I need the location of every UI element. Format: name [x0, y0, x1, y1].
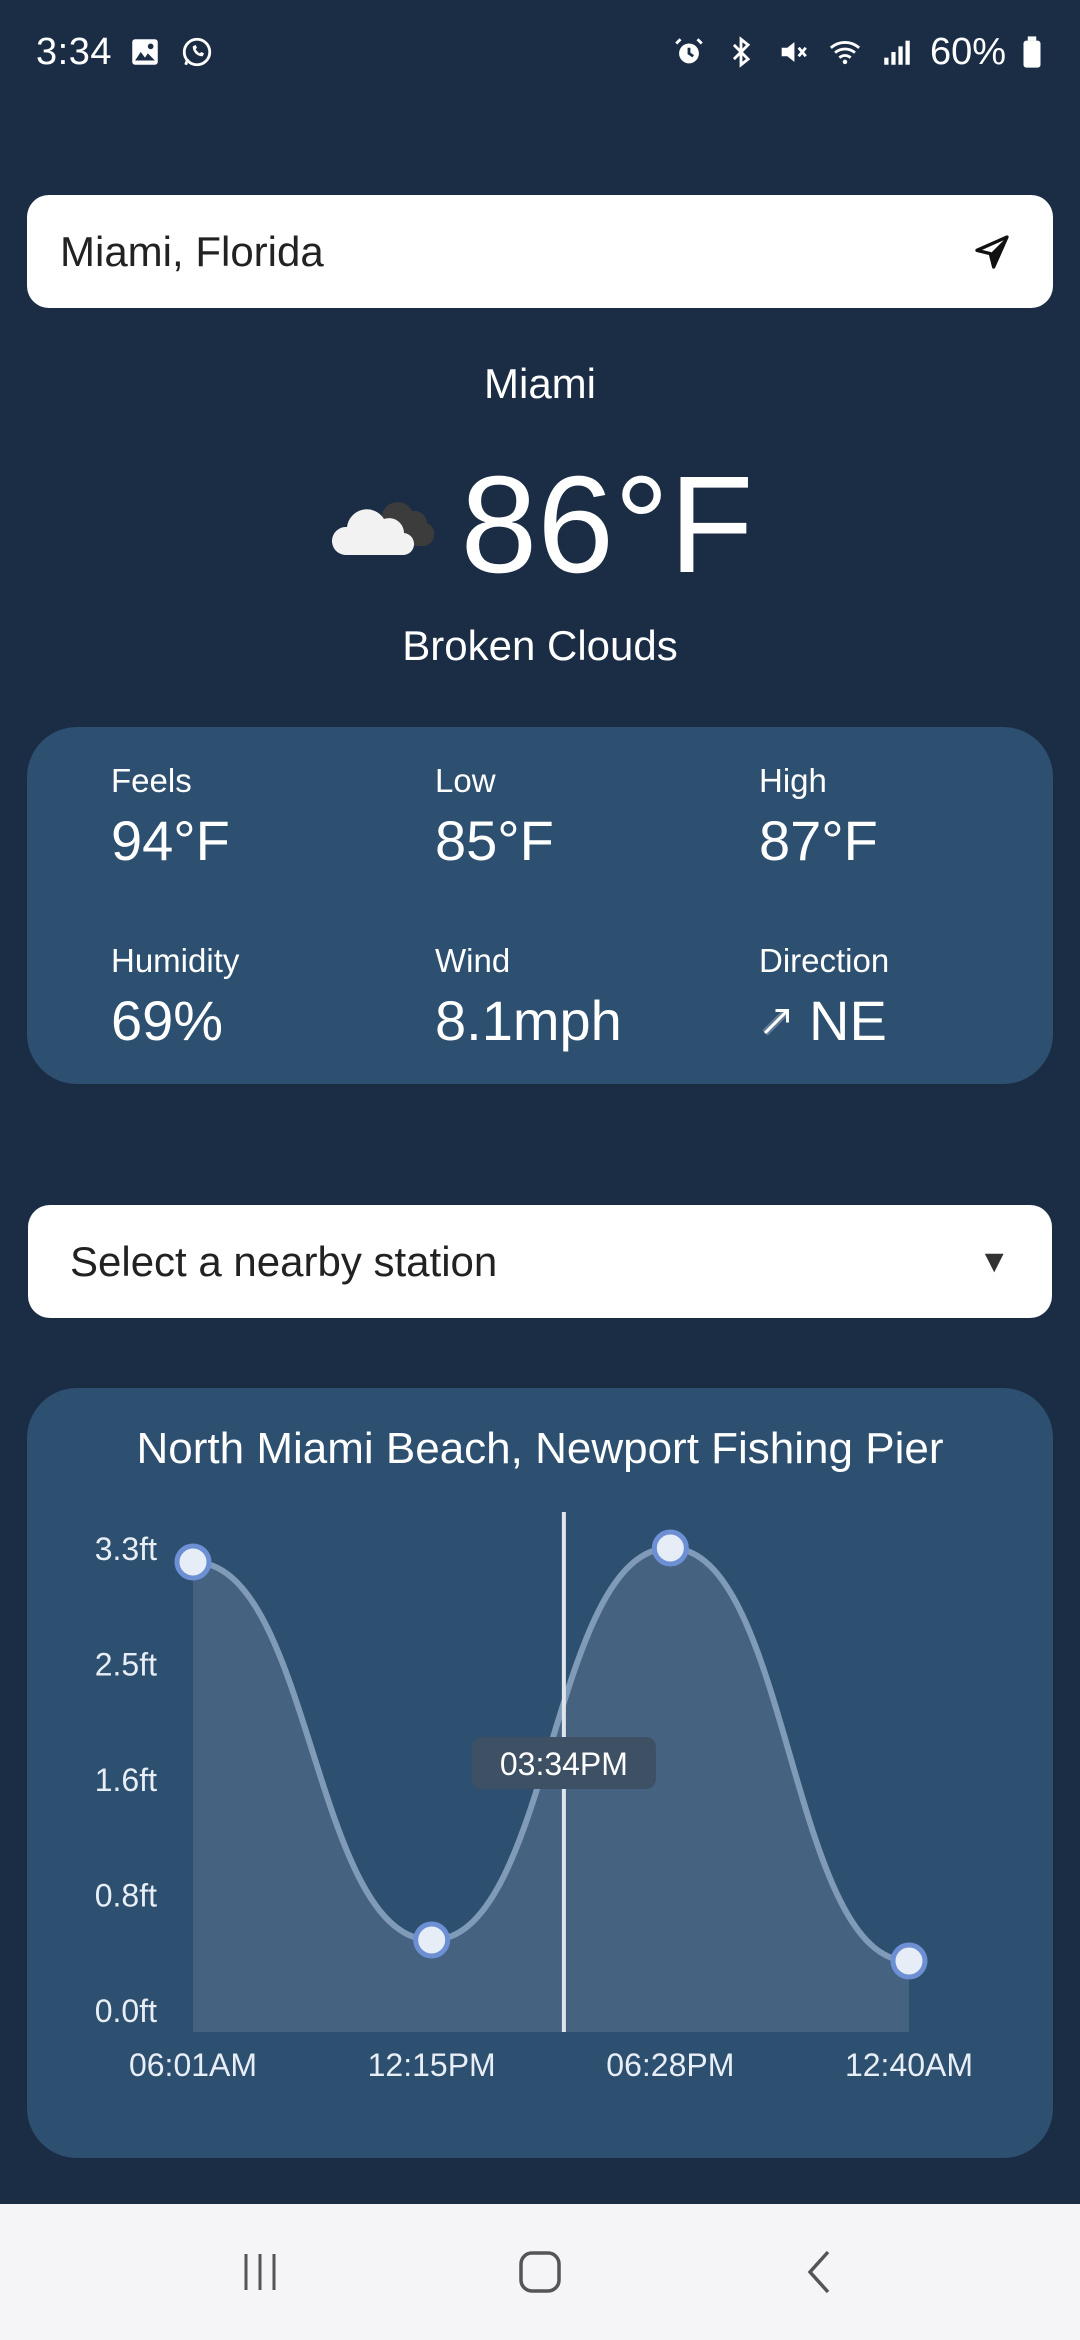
- current-time-label: 03:34PM: [500, 1746, 628, 1782]
- stat-wind: Wind 8.1mph: [435, 942, 759, 1092]
- home-button[interactable]: [500, 2232, 580, 2312]
- broken-clouds-icon: [331, 502, 434, 556]
- dropdown-caret-icon: ▼: [978, 1243, 1010, 1279]
- locate-button[interactable]: [964, 224, 1020, 280]
- temperature-row: 86°F: [0, 455, 1080, 595]
- tide-card: North Miami Beach, Newport Fishing Pier …: [27, 1388, 1053, 2158]
- stat-low: Low 85°F: [435, 762, 759, 942]
- stat-label: High: [759, 762, 827, 799]
- station-select[interactable]: Select a nearby station ▼: [28, 1205, 1052, 1318]
- stat-label: Low: [435, 762, 496, 799]
- alarm-icon: [670, 33, 708, 71]
- wind-direction-arrow-icon: [762, 1008, 789, 1036]
- city-name: Miami: [484, 360, 596, 407]
- stat-value: 8.1mph: [435, 989, 622, 1052]
- battery-percent: 60%: [929, 30, 1006, 73]
- stat-value-direction: NE: [759, 988, 1080, 1053]
- mute-icon: [774, 33, 812, 71]
- y-tick-label: 0.0ft: [95, 1993, 157, 2029]
- stat-label: Direction: [759, 942, 890, 979]
- y-tick-label: 1.6ft: [95, 1762, 157, 1798]
- stat-value: 85°F: [435, 809, 554, 872]
- location-input[interactable]: [60, 227, 964, 276]
- direction-value: NE: [809, 989, 887, 1052]
- system-nav-bar: [0, 2204, 1080, 2340]
- navigation-arrow-icon: [975, 234, 1009, 269]
- recent-apps-button[interactable]: [220, 2232, 300, 2312]
- stat-high: High 87°F: [759, 762, 1080, 942]
- back-icon: [807, 2250, 830, 2294]
- stat-value: 87°F: [759, 809, 878, 872]
- bluetooth-icon: [722, 33, 760, 71]
- y-tick-label: 3.3ft: [95, 1531, 157, 1567]
- location-search[interactable]: [27, 195, 1053, 308]
- station-select-value: Select a nearby station: [70, 1237, 498, 1285]
- weather-condition: Broken Clouds: [402, 622, 678, 669]
- recent-apps-icon: [244, 2254, 276, 2290]
- x-tick-label: 12:15PM: [368, 2047, 496, 2083]
- tide-point: [651, 1529, 689, 1567]
- back-button[interactable]: [780, 2232, 860, 2312]
- y-tick-label: 2.5ft: [95, 1647, 157, 1683]
- tide-chart[interactable]: 0.0ft 0.8ft 1.6ft 2.5ft 3.3ft 06:01AM 12:15PM 0…: [27, 1388, 1053, 2158]
- status-time: 3:34: [36, 30, 112, 73]
- stat-label: Humidity: [111, 942, 240, 979]
- stat-value: 69%: [111, 989, 224, 1052]
- gallery-icon: [126, 33, 164, 71]
- wifi-icon: [826, 33, 864, 71]
- battery-icon: [1020, 33, 1044, 71]
- x-tick-label: 06:28PM: [606, 2047, 734, 2083]
- stat-value: 94°F: [111, 809, 230, 872]
- status-bar: 3:34 60%: [0, 0, 1080, 104]
- y-tick-label: 0.8ft: [95, 1878, 157, 1914]
- stat-feels: Feels 94°F: [111, 762, 435, 942]
- signal-icon: [878, 33, 916, 71]
- tide-point: [890, 1942, 928, 1980]
- tide-point: [174, 1543, 212, 1581]
- stat-label: Feels: [111, 762, 192, 799]
- stat-label: Wind: [435, 942, 511, 979]
- current-temperature: 86°F: [460, 448, 754, 602]
- x-tick-label: 06:01AM: [129, 2047, 257, 2083]
- stat-humidity: Humidity 69%: [111, 942, 435, 1092]
- tide-point: [413, 1921, 451, 1959]
- home-icon: [519, 2251, 561, 2293]
- x-tick-label: 12:40AM: [845, 2047, 973, 2083]
- whatsapp-icon: [178, 33, 216, 71]
- weather-stats-card: Feels 94°F Low 85°F High 87°F Humidity 6…: [27, 727, 1053, 1084]
- stat-direction: Direction NE: [759, 942, 1080, 1092]
